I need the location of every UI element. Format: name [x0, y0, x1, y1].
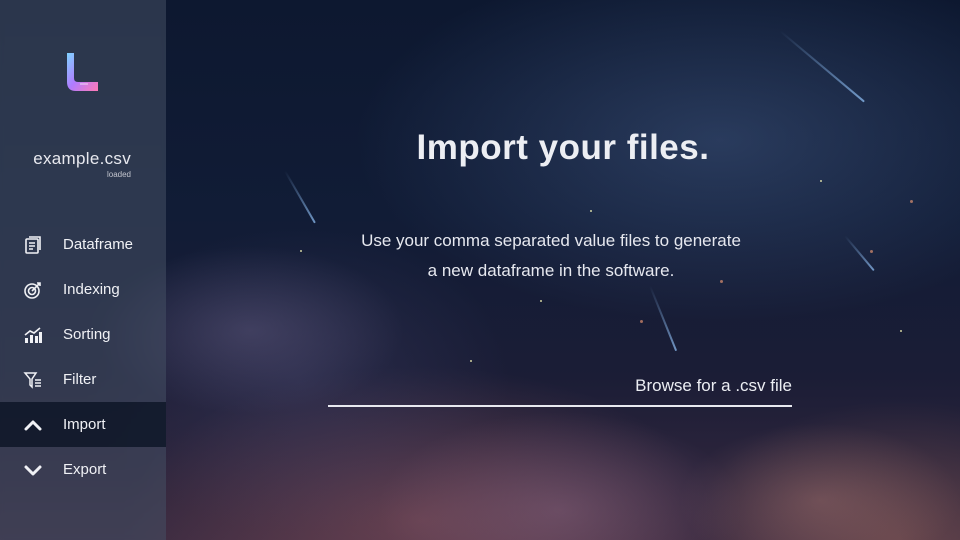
chevron-up-icon [23, 415, 43, 435]
description-line: Use your comma separated value files to … [361, 231, 741, 250]
app-logo-icon [64, 51, 102, 95]
sidebar-item-export[interactable]: Export [0, 447, 166, 492]
bar-chart-trend-icon [23, 325, 43, 345]
sidebar-item-indexing[interactable]: Indexing [0, 267, 166, 312]
sidebar-item-dataframe[interactable]: Dataframe [0, 222, 166, 267]
browse-csv-label: Browse for a .csv file [635, 376, 792, 395]
sidebar-item-label: Sorting [63, 326, 111, 343]
filter-list-icon [23, 370, 43, 390]
sidebar-item-label: Filter [63, 371, 97, 388]
dataframe-icon [23, 235, 43, 255]
file-status: loaded [106, 170, 131, 179]
sidebar: example.csv loaded Dataframe Indexing So… [0, 0, 166, 540]
sidebar-item-filter[interactable]: Filter [0, 357, 166, 402]
sidebar-item-import[interactable]: Import [0, 402, 166, 447]
browse-csv-button[interactable]: Browse for a .csv file [328, 370, 792, 407]
file-name: example.csv [33, 149, 131, 168]
sidebar-item-label: Indexing [63, 281, 120, 298]
target-icon [23, 280, 43, 300]
sidebar-item-label: Export [63, 461, 107, 478]
sidebar-item-label: Import [63, 416, 106, 433]
main-panel: Import your files. Use your comma separa… [166, 0, 960, 540]
description-line: a new dataframe in the software. [427, 261, 675, 280]
page-title: Import your files. [416, 128, 710, 167]
loaded-file-info: example.csv loaded [33, 149, 131, 179]
page-description: Use your comma separated value files to … [166, 226, 936, 286]
chevron-down-icon [23, 460, 43, 480]
sidebar-nav: Dataframe Indexing Sorting Filter Import… [0, 222, 166, 492]
sidebar-item-sorting[interactable]: Sorting [0, 312, 166, 357]
sidebar-item-label: Dataframe [63, 236, 134, 253]
